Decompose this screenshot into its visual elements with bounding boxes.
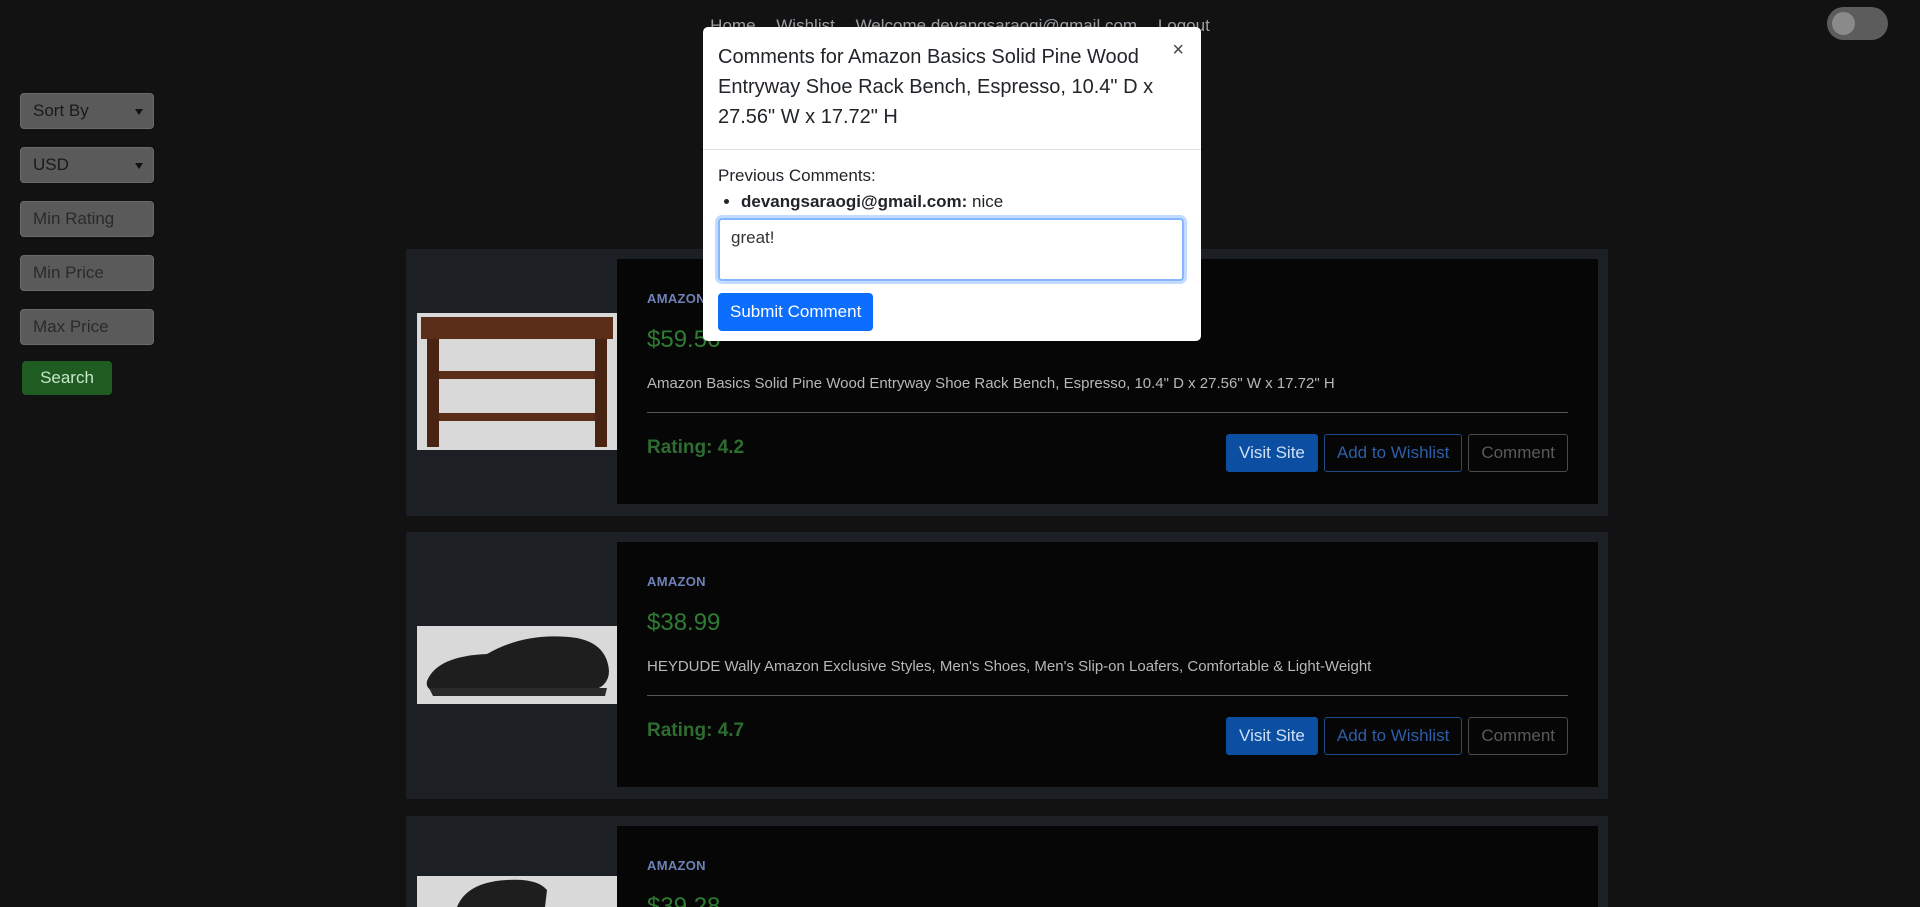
submit-comment-button[interactable]: Submit Comment <box>718 293 874 331</box>
comment-list: devangsaraogi@gmail.com: nice <box>718 192 1186 212</box>
close-icon[interactable]: × <box>1172 39 1184 62</box>
comment-user: devangsaraogi@gmail.com: <box>741 192 968 211</box>
comment-input[interactable]: great! <box>718 218 1184 281</box>
modal-header: Comments for Amazon Basics Solid Pine Wo… <box>703 27 1201 150</box>
modal-body: Previous Comments: devangsaraogi@gmail.c… <box>703 150 1201 347</box>
previous-comments-label: Previous Comments: <box>718 166 876 185</box>
list-item: devangsaraogi@gmail.com: nice <box>741 192 1186 212</box>
comment-text: nice <box>967 192 1004 211</box>
modal-title: Comments for Amazon Basics Solid Pine Wo… <box>718 46 1154 128</box>
comments-modal: Comments for Amazon Basics Solid Pine Wo… <box>703 27 1201 341</box>
